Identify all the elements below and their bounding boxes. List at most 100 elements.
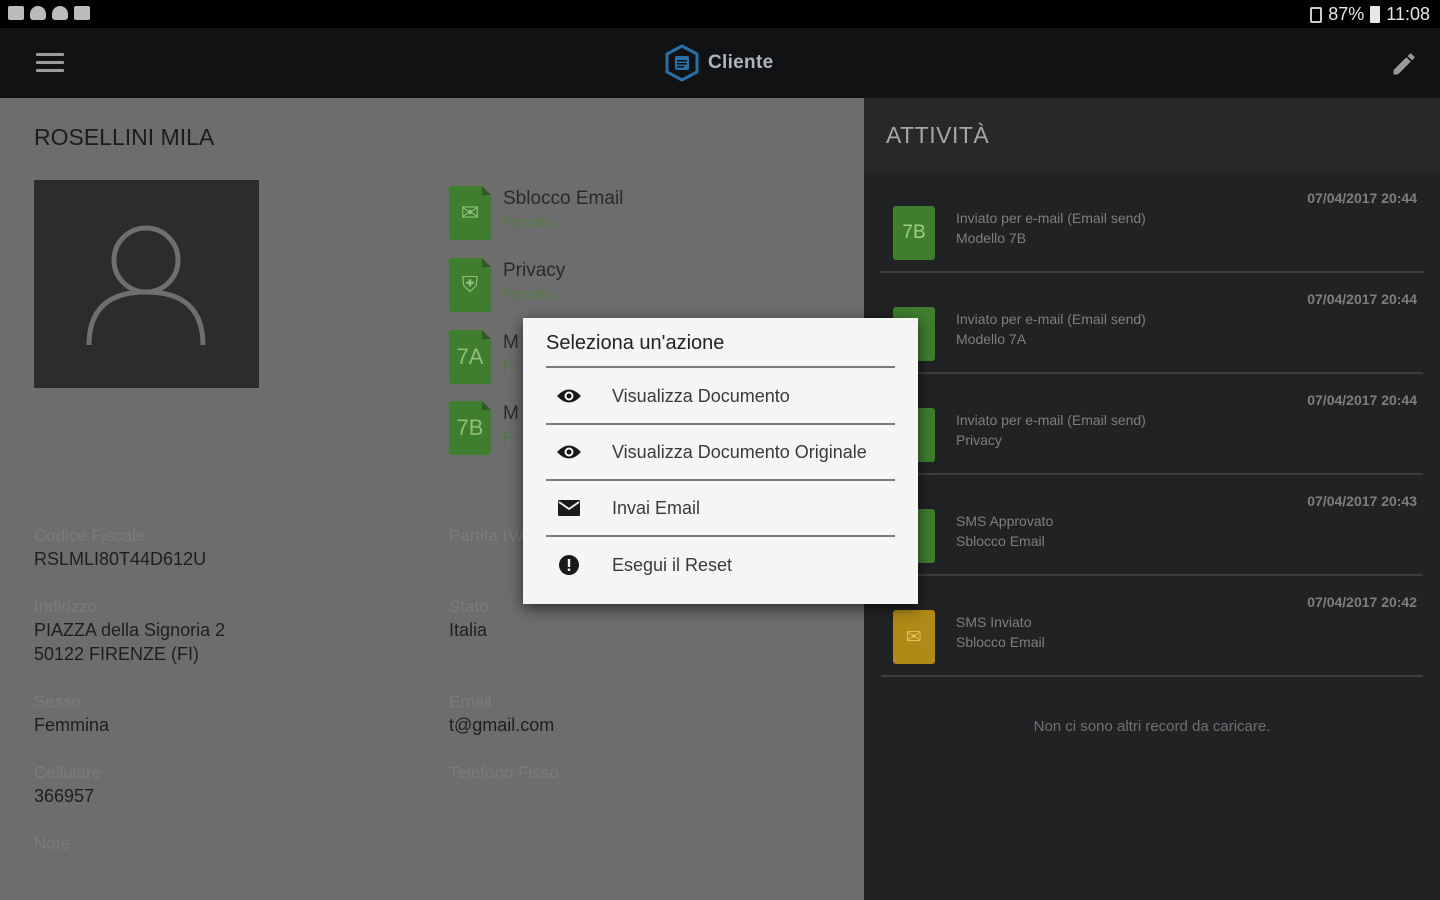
notification-icon xyxy=(74,6,90,20)
activity-line2: Modello 7A xyxy=(956,331,1027,347)
cloud-icon xyxy=(30,6,46,20)
activity-text: Inviato per e-mail (Email send) Modello … xyxy=(956,208,1146,248)
dialog-title: Seleziona un'azione xyxy=(546,332,725,354)
activity-line1: Inviato per e-mail (Email send) xyxy=(956,311,1146,327)
app-logo-icon xyxy=(665,44,699,82)
activity-date: 07/04/2017 20:44 xyxy=(1307,392,1417,408)
battery-percent: 87% xyxy=(1328,4,1365,24)
option-label: Invai Email xyxy=(612,497,701,518)
codice-fiscale-value: RSLMLI80T44D612U xyxy=(34,549,207,569)
activity-row[interactable]: 7B Inviato per e-mail (Email send) Model… xyxy=(881,172,1423,273)
bluetooth-icon xyxy=(1310,6,1323,23)
divider xyxy=(546,366,895,368)
document-status: Fi xyxy=(503,429,516,446)
activity-text: SMS Inviato Sblocco Email xyxy=(956,612,1045,652)
stato-value: Italia xyxy=(449,620,488,640)
view-original-document-option[interactable]: Visualizza Documento Originale xyxy=(546,425,895,479)
app-title-group: Cliente xyxy=(664,44,773,82)
email-icon: ✉ xyxy=(449,186,491,240)
client-name: ROSELLINI MILA xyxy=(34,124,215,150)
model-7b-icon: 7B xyxy=(449,401,491,455)
activity-list: 7B Inviato per e-mail (Email send) Model… xyxy=(881,172,1423,677)
activity-line1: SMS Approvato xyxy=(956,513,1054,529)
page-title: Cliente xyxy=(708,52,774,73)
partita-iva-label: Partita IVA xyxy=(449,526,529,545)
shield-icon: ⛨ xyxy=(449,258,491,312)
document-title: M xyxy=(503,403,519,424)
activity-line2: Sblocco Email xyxy=(956,634,1045,650)
document-title: Sblocco Email xyxy=(503,188,624,209)
model-7a-icon: 7A xyxy=(449,330,491,384)
telefono-fisso-label: Telefono Fisso xyxy=(449,763,559,782)
document-status: Firmato xyxy=(503,214,554,231)
activity-row[interactable]: SMS Approvato Sblocco Email 07/04/2017 2… xyxy=(881,475,1423,576)
activity-line2: Modello 7B xyxy=(956,230,1027,246)
avatar[interactable] xyxy=(34,180,259,388)
activity-line1: SMS Inviato xyxy=(956,614,1032,630)
email-value: t@gmail.com xyxy=(449,715,555,735)
user-silhouette-icon xyxy=(86,225,206,346)
divider xyxy=(546,535,895,537)
document-status: Firmato xyxy=(503,286,554,303)
reset-option[interactable]: Esegui il Reset xyxy=(546,538,895,592)
document-item[interactable]: ⛨ Privacy Firmato xyxy=(449,258,565,312)
option-label: Visualizza Documento xyxy=(612,385,790,406)
activity-row[interactable]: Inviato per e-mail (Email send) Modello … xyxy=(881,273,1423,374)
hamburger-menu-icon[interactable] xyxy=(36,53,64,73)
alert-icon xyxy=(559,555,579,575)
notification-icon xyxy=(8,6,24,20)
activity-panel: ATTIVITÀ 7B Inviato per e-mail (Email se… xyxy=(864,98,1440,900)
codice-fiscale-label: Codice Fiscale xyxy=(34,526,146,545)
email-label: Email xyxy=(449,692,492,711)
activity-text: Inviato per e-mail (Email send) Modello … xyxy=(956,309,1146,349)
option-label: Visualizza Documento Originale xyxy=(612,441,867,462)
email-icon: ✉ xyxy=(893,610,935,664)
eye-icon xyxy=(557,445,581,459)
activity-date: 07/04/2017 20:43 xyxy=(1307,493,1417,509)
activity-date: 07/04/2017 20:44 xyxy=(1307,190,1417,206)
document-item[interactable]: 7B M Fi xyxy=(449,401,519,455)
document-title: M xyxy=(503,332,519,353)
document-item[interactable]: 7A M Fi xyxy=(449,330,519,384)
view-document-option[interactable]: Visualizza Documento xyxy=(546,369,895,423)
app-bar: Cliente xyxy=(0,28,1440,98)
activity-date: 07/04/2017 20:42 xyxy=(1307,594,1417,610)
system-status: 87% 11:08 xyxy=(1310,4,1430,25)
sesso-value: Femmina xyxy=(34,715,110,735)
cloud-icon xyxy=(52,6,68,20)
activity-date: 07/04/2017 20:44 xyxy=(1307,291,1417,307)
indirizzo-line1: PIAZZA della Signoria 2 xyxy=(34,620,226,640)
indirizzo-label: Indirizzo xyxy=(34,597,98,616)
document-item[interactable]: ✉ Sblocco Email Firmato xyxy=(449,186,623,240)
activity-row[interactable]: Inviato per e-mail (Email send) Privacy … xyxy=(881,374,1423,475)
note-label: Note xyxy=(34,834,70,853)
send-email-option[interactable]: Invai Email xyxy=(546,481,895,535)
model-7b-icon: 7B xyxy=(893,206,935,260)
document-status: Fi xyxy=(503,358,516,375)
activity-text: SMS Approvato Sblocco Email xyxy=(956,511,1053,551)
sesso-label: Sesso xyxy=(34,692,82,711)
no-more-records: Non ci sono altri record da caricare. xyxy=(1033,718,1271,735)
activity-title: ATTIVITÀ xyxy=(886,122,990,148)
action-dialog: Seleziona un'azione Visualizza Documento… xyxy=(523,318,918,604)
activity-line2: Privacy xyxy=(956,432,1002,448)
battery-icon xyxy=(1370,6,1381,23)
envelope-icon xyxy=(558,500,580,516)
pencil-icon[interactable] xyxy=(1390,50,1418,78)
activity-text: Inviato per e-mail (Email send) Privacy xyxy=(956,410,1146,450)
eye-icon xyxy=(557,389,581,403)
cellulare-value: 366957 xyxy=(34,786,95,806)
document-title: Privacy xyxy=(503,260,566,281)
activity-row[interactable]: ✉ SMS Inviato Sblocco Email 07/04/2017 2… xyxy=(881,576,1423,677)
notification-icons xyxy=(8,6,90,20)
option-label: Esegui il Reset xyxy=(612,554,733,575)
status-bar: 87% 11:08 xyxy=(0,0,1440,28)
activity-line1: Inviato per e-mail (Email send) xyxy=(956,210,1146,226)
clock: 11:08 xyxy=(1386,4,1430,24)
activity-line1: Inviato per e-mail (Email send) xyxy=(956,412,1146,428)
cellulare-label: Cellulare xyxy=(34,763,102,782)
indirizzo-line2: 50122 FIRENZE (FI) xyxy=(34,644,200,664)
activity-line2: Sblocco Email xyxy=(956,533,1045,549)
stato-label: Stato xyxy=(449,597,489,616)
activity-header: ATTIVITÀ xyxy=(864,98,1440,172)
